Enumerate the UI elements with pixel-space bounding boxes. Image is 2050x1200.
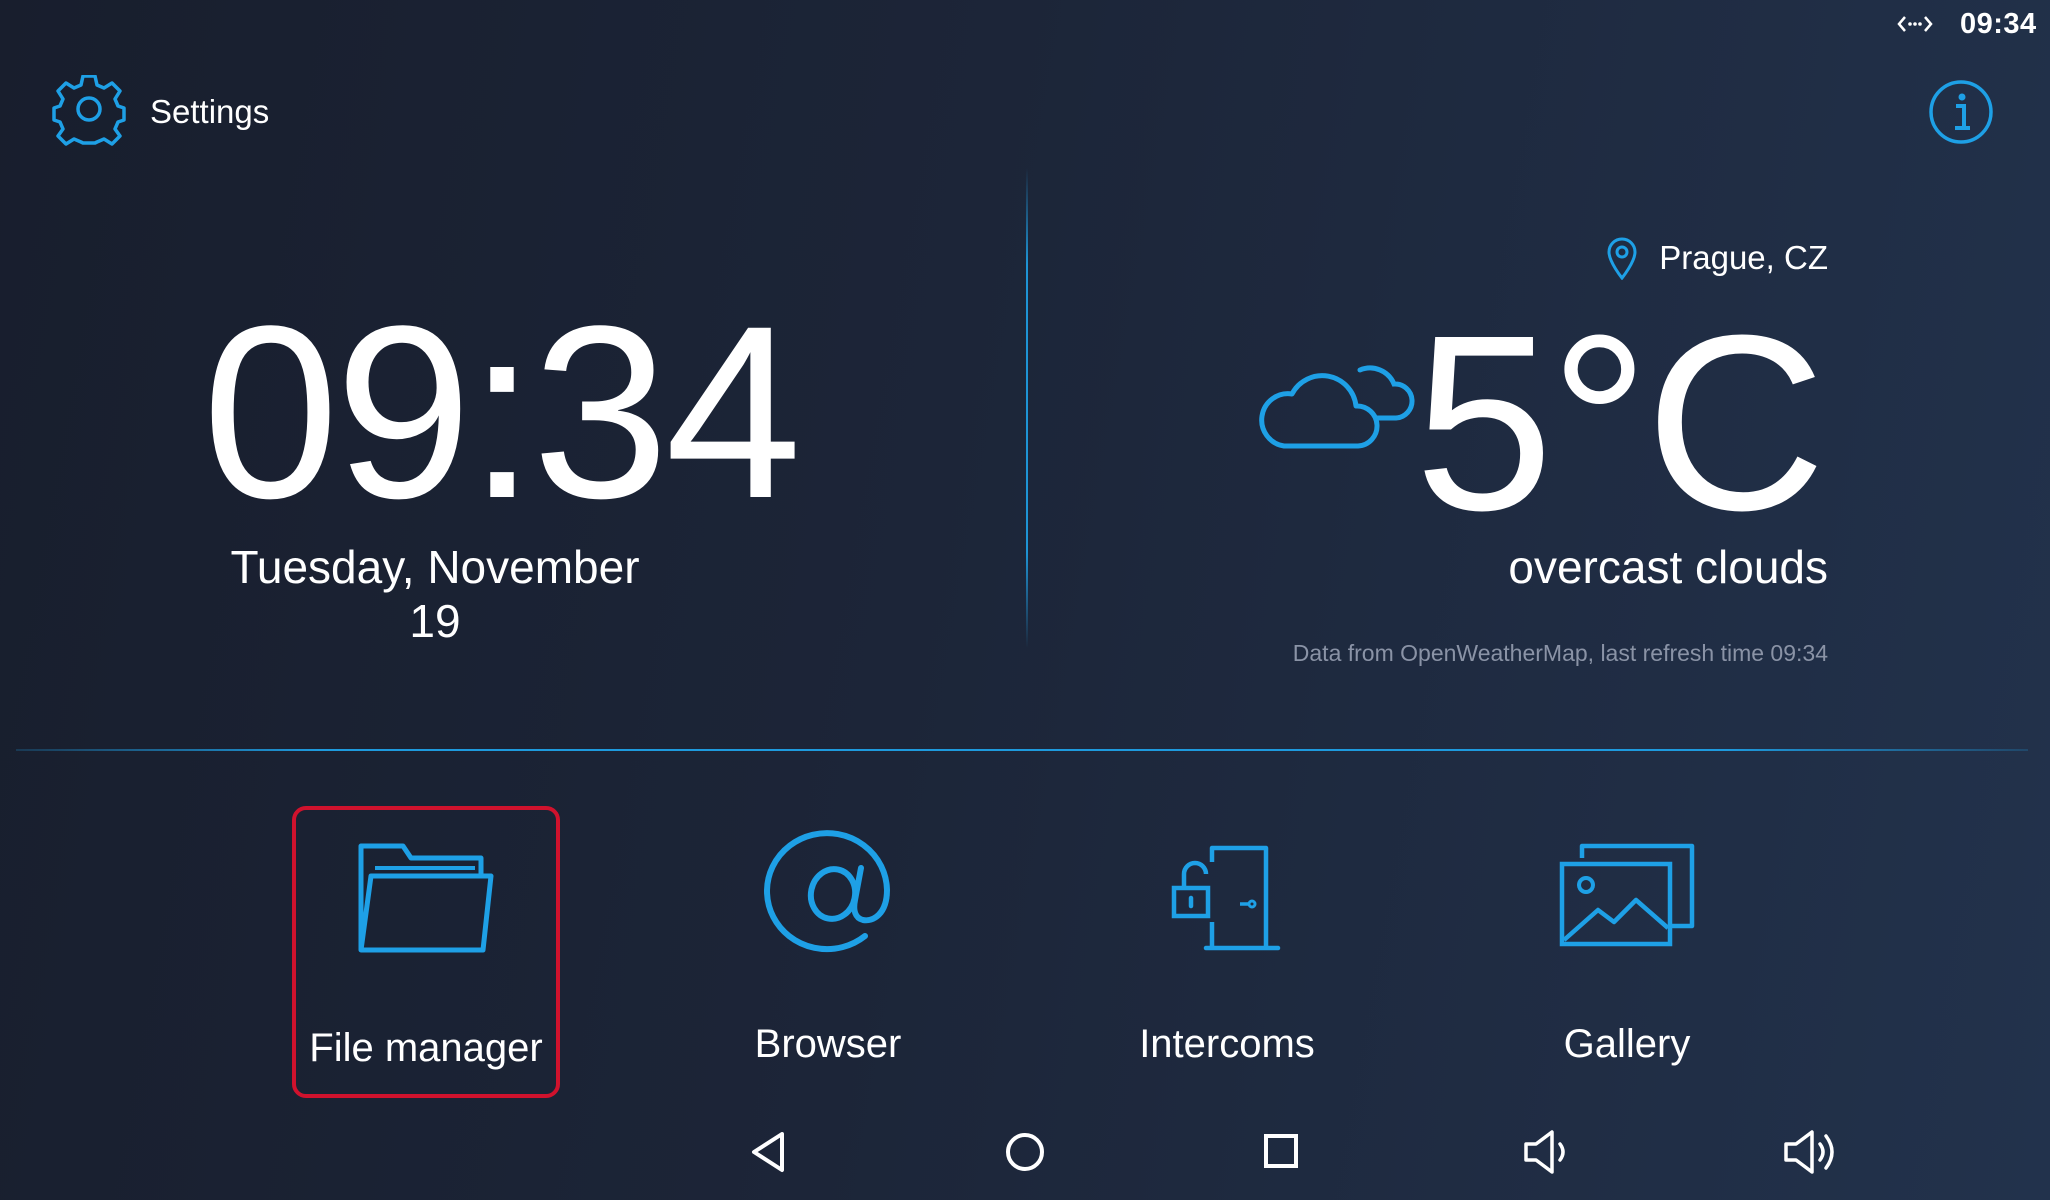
app-intercoms[interactable]: Intercoms: [1093, 806, 1361, 1098]
app-file-manager[interactable]: File manager: [292, 806, 560, 1098]
ethernet-icon: [1897, 16, 1933, 32]
weather-source-note: Data from OpenWeatherMap, last refresh t…: [1292, 640, 1828, 666]
door-lock-icon: [1171, 845, 1281, 951]
clock-time: 09:34: [202, 275, 802, 550]
location-pin-icon: [1607, 237, 1637, 280]
app-label: Intercoms: [1139, 1022, 1315, 1066]
recent-apps-icon[interactable]: [1256, 1126, 1308, 1178]
horizontal-divider: [16, 749, 2028, 751]
app-label: File manager: [309, 1026, 543, 1070]
app-browser[interactable]: Browser: [694, 806, 962, 1098]
info-icon[interactable]: [1928, 79, 1994, 145]
clock-date: Tuesday, November 19: [230, 541, 640, 647]
home-icon[interactable]: [999, 1126, 1051, 1178]
app-label: Browser: [754, 1022, 902, 1066]
volume-down-icon[interactable]: [1520, 1126, 1578, 1178]
vertical-divider: [1026, 168, 1028, 648]
weather-location: Prague, CZ: [1605, 236, 1828, 280]
volume-up-icon[interactable]: [1780, 1126, 1842, 1178]
app-label: Gallery: [1563, 1022, 1691, 1066]
weather-description: overcast clouds: [1508, 541, 1828, 593]
status-bar-time: 09:34: [1960, 8, 2037, 40]
app-gallery[interactable]: Gallery: [1493, 806, 1761, 1098]
settings-button[interactable]: Settings: [52, 74, 269, 150]
location-name: Prague, CZ: [1659, 239, 1828, 276]
gallery-icon: [1559, 843, 1695, 947]
back-icon[interactable]: [744, 1126, 796, 1178]
settings-label: Settings: [150, 93, 270, 130]
folder-icon: [358, 843, 494, 953]
at-icon: [764, 830, 891, 953]
cloud-icon: [1259, 365, 1415, 449]
temperature: 5°C: [1414, 283, 1826, 562]
gear-icon: [52, 75, 126, 146]
